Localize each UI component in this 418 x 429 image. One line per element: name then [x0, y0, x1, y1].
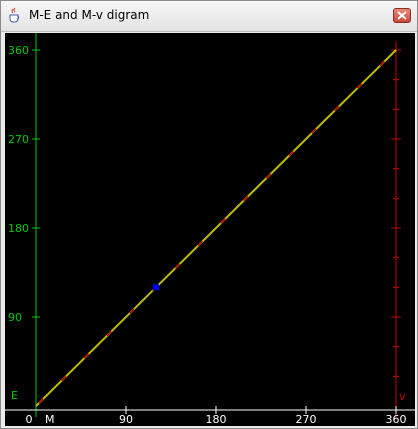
x-tick-labels: 0 90 180 270 360	[26, 413, 407, 426]
y-tick-label: 180	[8, 222, 29, 235]
y-tick-label: 270	[8, 133, 29, 146]
v-axis-label: v	[399, 390, 406, 403]
x-tick-label: 270	[296, 413, 317, 426]
java-cup-icon	[7, 7, 23, 23]
e-axis-label: E	[11, 389, 18, 402]
series-lines	[35, 49, 397, 407]
y-tick-label: 360	[8, 44, 29, 57]
x-tick-label: 0	[26, 413, 33, 426]
app-window: M-E and M-v digram E v M 0 90 180 270 360 90…	[0, 0, 418, 429]
y-tick-labels: 90 180 270 360	[8, 44, 29, 324]
y-tick-label: 90	[8, 311, 22, 324]
x-tick-label: 360	[386, 413, 407, 426]
m-axis-label: M	[45, 413, 55, 426]
x-tick-label: 90	[119, 413, 133, 426]
position-marker	[153, 284, 159, 291]
title-bar[interactable]: M-E and M-v digram	[1, 1, 417, 32]
series-line-E	[35, 49, 397, 407]
x-tick-label: 180	[206, 413, 227, 426]
chart-area: E v M 0 90 180 270 360 90 180 270 360	[5, 33, 415, 426]
close-button[interactable]	[393, 8, 411, 23]
chart-svg: E v M 0 90 180 270 360 90 180 270 360	[5, 33, 415, 426]
window-title: M-E and M-v digram	[29, 8, 150, 22]
close-icon	[397, 11, 407, 20]
